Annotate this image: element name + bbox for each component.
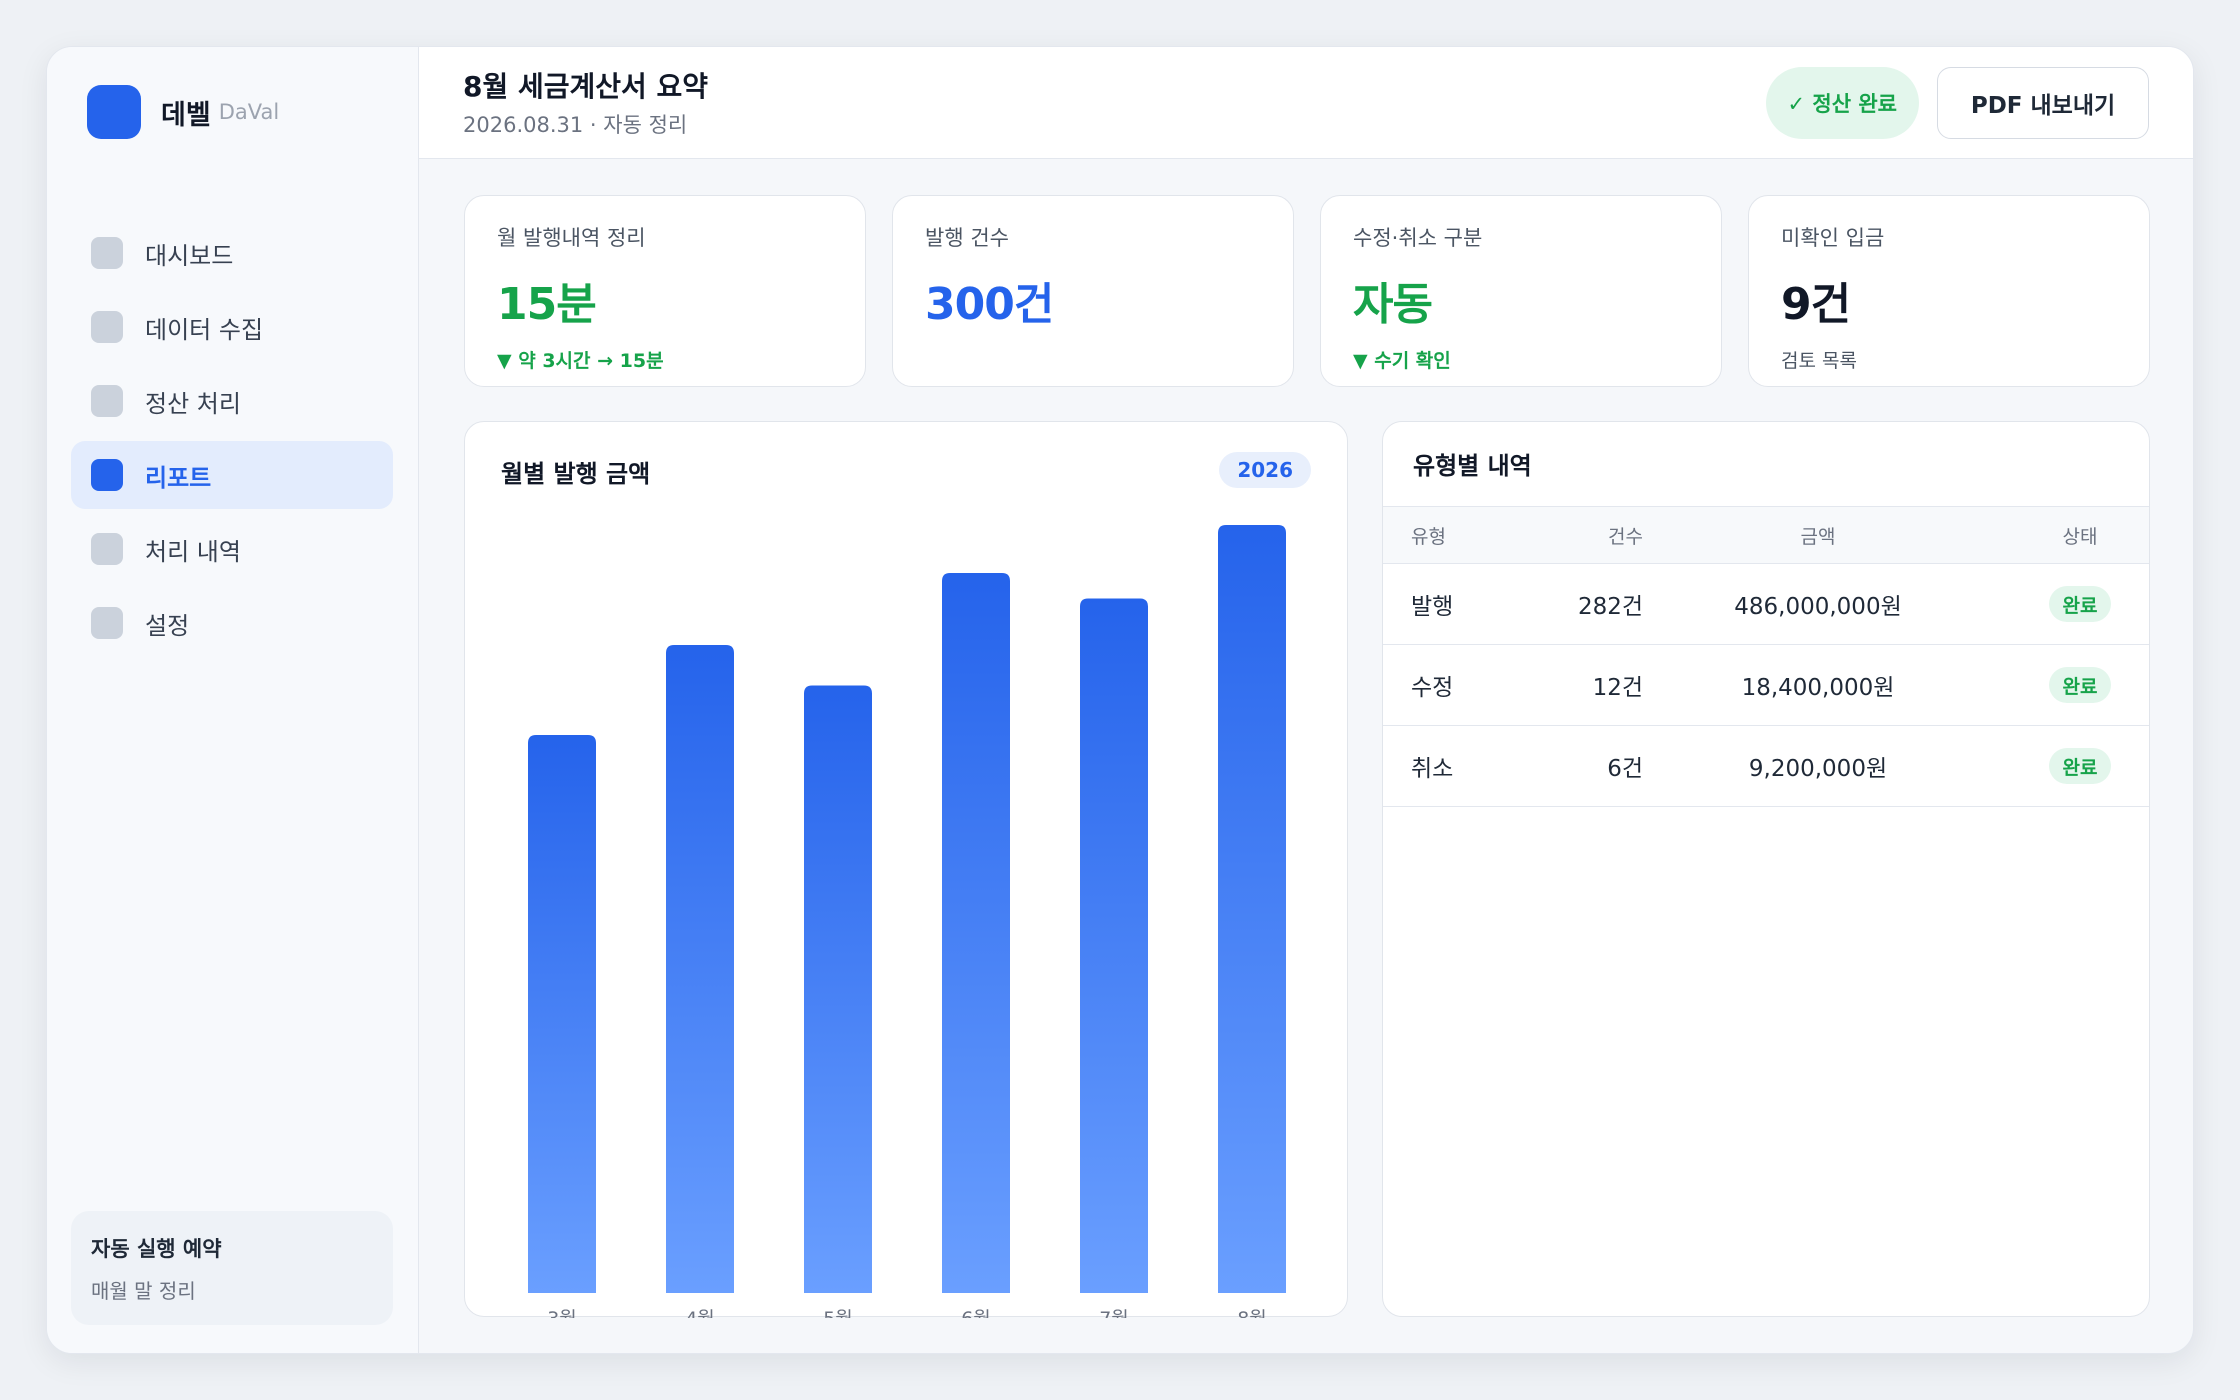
kpi-note: ▼ 수기 확인 — [1353, 350, 1451, 372]
row-type: 취소 — [1411, 756, 1454, 782]
page-title: 8월 세금계산서 요약 — [463, 70, 709, 103]
kpi-label: 미확인 입금 — [1781, 226, 1885, 250]
table-row[interactable]: 발행 282건 486,000,000원 완료 — [1383, 564, 2149, 645]
bar-8월[interactable] — [1218, 525, 1286, 1293]
page-header: 8월 세금계산서 요약 2026.08.31 · 자동 정리 ✓ 정산 완료 P… — [419, 47, 2193, 159]
settlement-status-badge: ✓ 정산 완료 — [1765, 67, 1919, 139]
kpi-value: 300건 — [925, 279, 1054, 330]
x-tick-label: 5월 — [823, 1308, 853, 1318]
sidebar-item-settlement[interactable]: 정산 처리 — [71, 367, 393, 435]
auto-run-schedule-card[interactable]: 자동 실행 예약 매월 말 정리 — [71, 1211, 393, 1325]
schedule-title: 자동 실행 예약 — [91, 1237, 222, 1261]
pdf-export-button[interactable]: PDF 내보내기 — [1937, 67, 2149, 139]
sidebar-item-dashboard[interactable]: 대시보드 — [71, 219, 393, 287]
brand-sub: DaVal — [218, 100, 280, 124]
sidebar-item-label: 정산 처리 — [145, 389, 241, 418]
type-breakdown-panel: 유형별 내역 유형 건수 금액 상태 발행 282건 486,000,000원 … — [1382, 421, 2150, 1317]
sidebar-item-report[interactable]: 리포트 — [71, 441, 393, 509]
history-icon — [91, 533, 123, 565]
row-amount: 18,400,000원 — [1741, 675, 1895, 701]
kpi-card-unconfirmed-deposit[interactable]: 미확인 입금 9건 검토 목록 — [1748, 195, 2150, 387]
row-status-cell: 완료 — [2023, 564, 2137, 644]
kpi-note: 검토 목록 — [1781, 350, 1857, 372]
x-tick-label: 8월 — [1237, 1308, 1267, 1318]
report-icon — [91, 459, 123, 491]
sidebar-item-label: 데이터 수집 — [145, 315, 264, 344]
app-window: 데벨 DaVal 대시보드 데이터 수집 정산 처리 리포트 처리 내역 설정 … — [46, 46, 2194, 1354]
brand-logo-icon — [87, 85, 141, 139]
row-count: 12건 — [1592, 675, 1643, 701]
monthly-amount-chart-panel: 월별 발행 금액 2026 3월4월5월6월7월8월 — [464, 421, 1348, 1318]
sidebar-item-label: 설정 — [145, 611, 190, 640]
brand[interactable]: 데벨 DaVal — [87, 85, 279, 139]
bar-5월[interactable] — [804, 685, 872, 1294]
bar-3월[interactable] — [528, 735, 596, 1293]
kpi-value: 자동 — [1353, 279, 1433, 330]
bar-chart: 3월 4월 5월 6월 7월 8월 — [528, 525, 1286, 1318]
column-header-amount: 금액 — [1800, 525, 1836, 548]
kpi-card-monthly-cleanup: 월 발행내역 정리 15분 ▼ 약 3시간 → 15분 — [464, 195, 866, 387]
row-count: 6건 — [1607, 756, 1643, 782]
row-status-cell: 완료 — [2023, 726, 2137, 806]
sidebar-item-history[interactable]: 처리 내역 — [71, 515, 393, 583]
data-collection-icon — [91, 311, 123, 343]
status-badge: 완료 — [2048, 748, 2112, 784]
table-header: 유형 건수 금액 상태 — [1383, 506, 2149, 564]
table-row[interactable]: 수정 12건 18,400,000원 완료 — [1383, 645, 2149, 726]
row-type: 수정 — [1411, 675, 1454, 701]
sidebar-item-label: 리포트 — [145, 463, 212, 492]
page-subtitle: 2026.08.31 · 자동 정리 — [463, 113, 688, 137]
settlement-icon — [91, 385, 123, 417]
row-count: 282건 — [1577, 594, 1643, 620]
sidebar-item-label: 처리 내역 — [145, 537, 241, 566]
x-tick-label: 7월 — [1099, 1308, 1129, 1318]
column-header-status: 상태 — [2062, 525, 2098, 548]
x-tick-label: 3월 — [547, 1308, 577, 1318]
bar-4월[interactable] — [666, 645, 734, 1293]
sidebar: 데벨 DaVal 대시보드 데이터 수집 정산 처리 리포트 처리 내역 설정 … — [47, 47, 419, 1353]
kpi-label: 수정·취소 구분 — [1353, 226, 1483, 250]
status-badge: 완료 — [2048, 586, 2112, 622]
row-type: 발행 — [1411, 594, 1454, 620]
row-amount: 486,000,000원 — [1734, 594, 1902, 620]
brand-name: 데벨 — [161, 99, 211, 131]
row-amount: 9,200,000원 — [1748, 756, 1888, 782]
kpi-card-revision-cancel: 수정·취소 구분 자동 ▼ 수기 확인 — [1320, 195, 1722, 387]
x-tick-label: 4월 — [685, 1308, 715, 1318]
row-status-cell: 완료 — [2023, 645, 2137, 725]
table-title: 유형별 내역 — [1413, 452, 1532, 480]
x-tick-label: 6월 — [961, 1308, 991, 1318]
status-badge: 완료 — [2048, 667, 2112, 703]
kpi-value: 9건 — [1781, 279, 1851, 330]
settings-icon — [91, 607, 123, 639]
kpi-label: 발행 건수 — [925, 226, 1009, 250]
column-header-count: 건수 — [1608, 525, 1643, 548]
sidebar-nav: 대시보드 데이터 수집 정산 처리 리포트 처리 내역 설정 — [71, 219, 393, 663]
column-header-type: 유형 — [1411, 525, 1446, 548]
kpi-note: ▼ 약 3시간 → 15분 — [497, 350, 664, 372]
table-row[interactable]: 취소 6건 9,200,000원 완료 — [1383, 726, 2149, 807]
sidebar-item-data-collection[interactable]: 데이터 수집 — [71, 293, 393, 361]
kpi-value: 15분 — [497, 279, 597, 330]
dashboard-icon — [91, 237, 123, 269]
kpi-card-issued-count: 발행 건수 300건 — [892, 195, 1294, 387]
kpi-label: 월 발행내역 정리 — [497, 226, 646, 250]
schedule-subtitle: 매월 말 정리 — [91, 1279, 196, 1303]
bar-7월[interactable] — [1080, 598, 1148, 1294]
sidebar-item-settings[interactable]: 설정 — [71, 589, 393, 657]
bar-6월[interactable] — [942, 573, 1010, 1293]
sidebar-item-label: 대시보드 — [145, 241, 234, 270]
